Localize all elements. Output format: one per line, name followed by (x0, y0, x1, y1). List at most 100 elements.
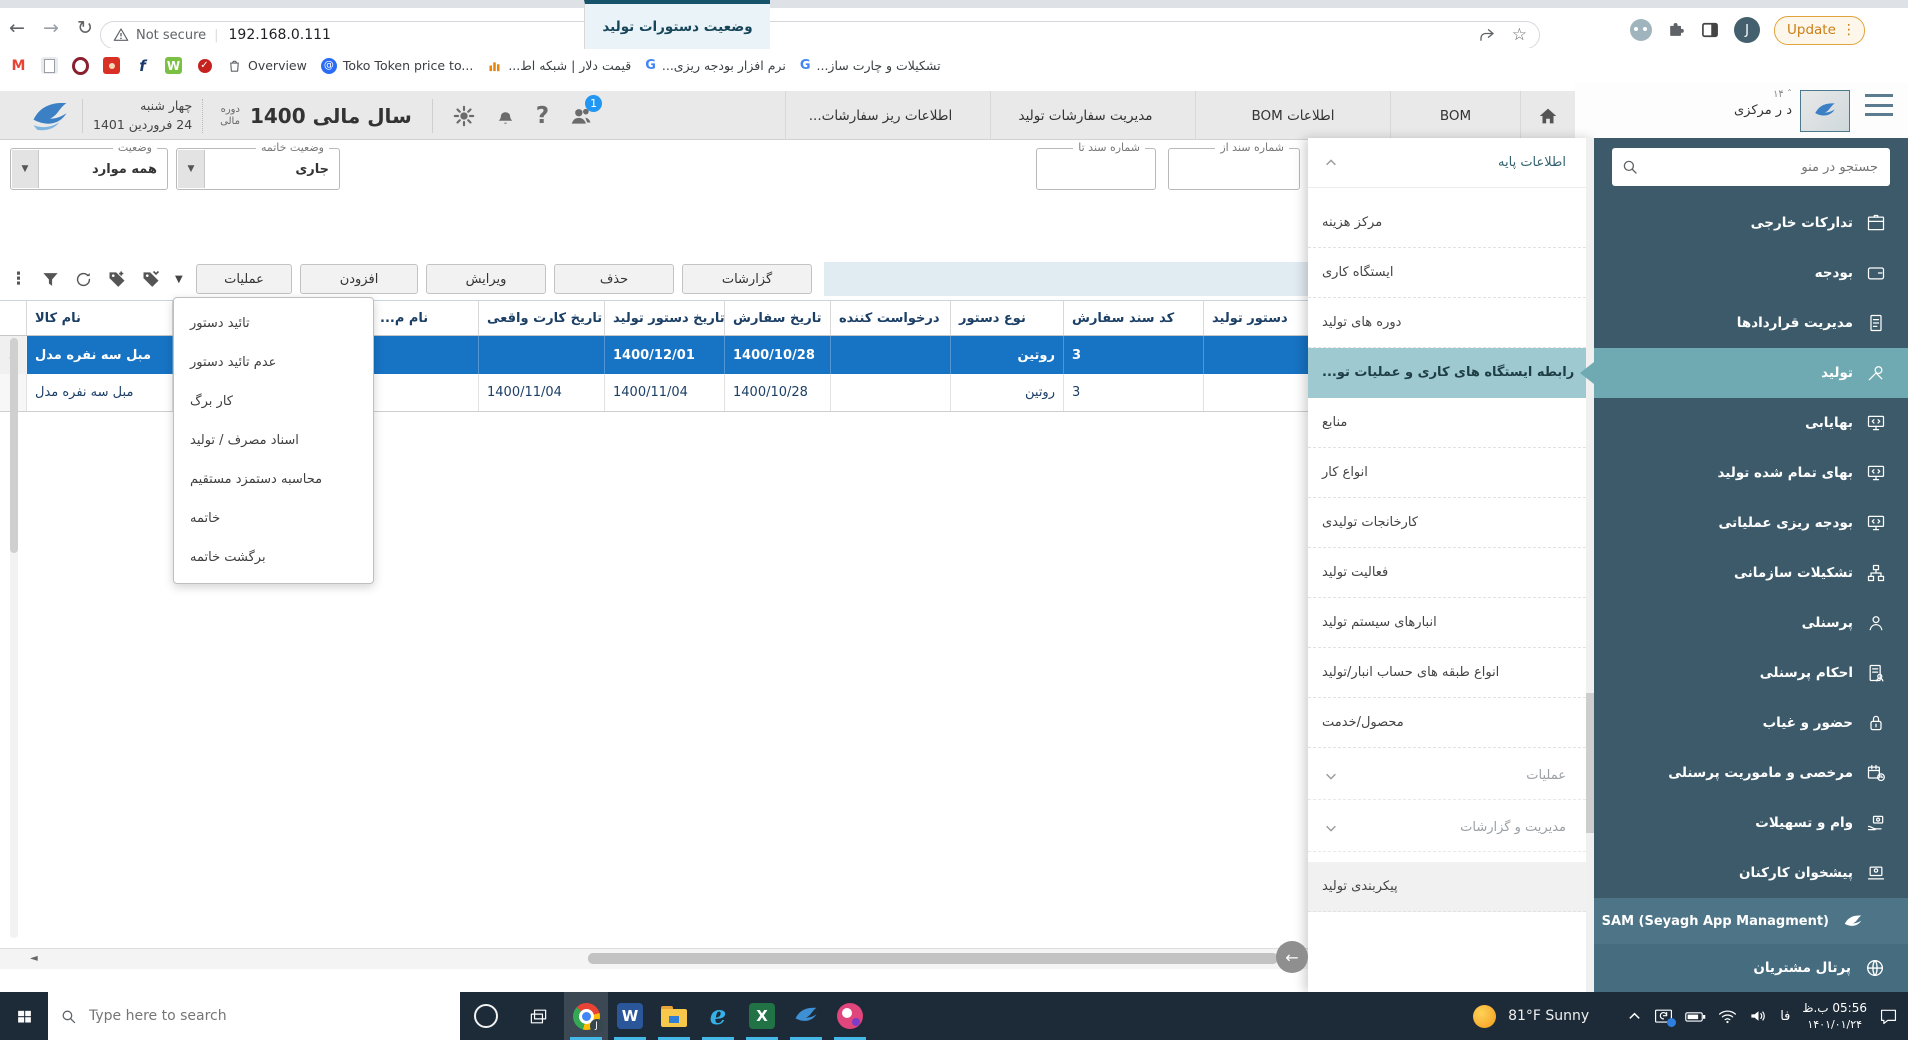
sidebar-item-costing[interactable]: بهایابی (1594, 398, 1908, 448)
sidebar-item-production-cost[interactable]: بهای تمام شده تولید (1594, 448, 1908, 498)
taskbar-word[interactable]: W (608, 992, 652, 1040)
taskbar-seyagh-app[interactable] (784, 992, 828, 1040)
edit-button[interactable]: ویرایش (426, 264, 546, 294)
company-logo-thumbnail[interactable] (1800, 90, 1850, 132)
col-order-doc-code[interactable]: کد سند سفارش (1064, 301, 1204, 335)
bookmark-star-icon[interactable]: ☆ (1512, 25, 1527, 45)
browser-menu-kebab-icon[interactable]: ⋮ (1842, 22, 1856, 38)
taskbar-internet-explorer[interactable]: e (696, 992, 740, 1040)
clock[interactable]: 05:56 ب.ظ ۱۴۰۱/۰۱/۲۴ (1802, 999, 1867, 1034)
col-requester[interactable]: درخواست کننده (831, 301, 951, 335)
security-chip[interactable]: Not secure (136, 28, 206, 43)
start-button[interactable] (0, 992, 48, 1040)
reports-button[interactable]: گزارشات (682, 264, 812, 294)
submenu-scrollbar[interactable] (1586, 138, 1594, 992)
wifi-icon[interactable] (1718, 1009, 1737, 1024)
sidebar-item-sam[interactable]: SAM (Seyagh App Managment) (1594, 898, 1908, 944)
users-icon[interactable]: 1 (567, 94, 603, 129)
submenu-item-workstation[interactable]: ایستگاه کاری (1308, 248, 1586, 298)
settings-gear-icon[interactable] (451, 103, 477, 129)
scroll-left-arrow-icon[interactable]: ◄ (30, 953, 38, 964)
submenu-item-product-service[interactable]: محصول/خدمت (1308, 698, 1586, 748)
tab-order-details[interactable]: اطلاعات ریز سفارشات... (785, 91, 975, 140)
sidebar-item-budget[interactable]: بودجه (1594, 248, 1908, 298)
menu-item-confirm-order[interactable]: تائید دستور (174, 304, 373, 343)
taskbar-file-explorer[interactable] (652, 992, 696, 1040)
share-icon[interactable] (1478, 26, 1496, 44)
sidebar-item-employee-desk[interactable]: پیشخوان کارکنان (1594, 848, 1908, 898)
bookmark-gmail-icon[interactable]: M (10, 57, 27, 74)
sidebar-item-foreign-procurement[interactable]: تدارکات خارجی (1594, 198, 1908, 248)
sidebar-item-production-active[interactable]: تولید (1594, 348, 1908, 398)
sidebar-item-customer-portal[interactable]: پرتال مشتریان (1594, 944, 1908, 992)
url-text[interactable]: 192.168.0.111 (229, 27, 1478, 43)
filter-funnel-icon[interactable] (41, 270, 60, 289)
submenu-item-production-config[interactable]: پیکربندی تولید (1308, 862, 1586, 912)
doc-number-to-field[interactable]: شماره سند تا (1036, 141, 1156, 190)
cortana-button[interactable] (460, 992, 512, 1040)
extension-avatar-icon[interactable] (1630, 19, 1652, 41)
horizontal-scrollbar[interactable]: ◄ (0, 948, 1308, 969)
reload-icon[interactable]: ↻ (68, 17, 102, 39)
collapse-panel-button[interactable]: ← (1276, 941, 1308, 973)
volume-icon[interactable] (1749, 1008, 1768, 1024)
menu-item-direct-wage-calc[interactable]: محاسبه دستمزد مستقیم (174, 460, 373, 499)
sidebar-item-personnel-decrees[interactable]: احکام پرسنلی (1594, 648, 1908, 698)
weather-text[interactable]: 81°F Sunny (1508, 1008, 1589, 1024)
col-production-order-date[interactable]: تاریخ دستور تولید (605, 301, 725, 335)
sidebar-item-contract-management[interactable]: مدیریت قراردادها (1594, 298, 1908, 348)
bookmark-f-icon[interactable]: f (134, 57, 151, 75)
tag-add-icon[interactable] (107, 269, 127, 289)
menu-item-revert-close[interactable]: برگشت خاتمه (174, 538, 373, 577)
submenu-item-resources[interactable]: منابع (1308, 398, 1586, 448)
sidebar-search-input[interactable] (1642, 148, 1890, 186)
operations-caret-icon[interactable]: ▼ (175, 274, 183, 285)
weather-sun-icon[interactable] (1473, 1004, 1497, 1028)
taskbar-search-input[interactable] (87, 1007, 448, 1025)
taskbar-search[interactable] (48, 992, 460, 1040)
side-panel-icon[interactable] (1700, 20, 1720, 40)
profile-avatar[interactable]: J (1734, 17, 1760, 43)
bookmark-budget-software[interactable]: G نرم افزار بودجه ریزی... (645, 58, 786, 73)
sidebar-item-operational-budgeting[interactable]: بودجه ریزی عملیاتی (1594, 498, 1908, 548)
forward-icon[interactable]: → (34, 17, 68, 39)
taskbar-paint[interactable] (828, 992, 872, 1040)
bookmark-overview[interactable]: Overview (227, 58, 307, 73)
col-production-order[interactable]: دستور تولید (1204, 301, 1308, 335)
active-branch[interactable]: ˆ ۱۴ د ر مرکزی (1734, 89, 1792, 118)
sidebar-item-attendance[interactable]: حضور و غیاب (1594, 698, 1908, 748)
submenu-item-account-classes[interactable]: انواع طبقه های حساب انبار/تولید (1308, 648, 1586, 698)
col-actual-card-date[interactable]: تاریخ کارت واقعی (479, 301, 605, 335)
submenu-item-cost-center[interactable]: مرکز هزینه (1308, 198, 1586, 248)
notifications-bell-icon[interactable] (493, 103, 518, 128)
sidebar-item-organizational-structure[interactable]: تشکیلات سازمانی (1594, 548, 1908, 598)
submenu-item-factories[interactable]: کارخانجات تولیدی (1308, 498, 1586, 548)
bookmark-check-icon[interactable]: ✓ (196, 57, 213, 74)
submenu-item-production-warehouses[interactable]: انبارهای سیستم تولید (1308, 598, 1586, 648)
menu-item-consumption-docs[interactable]: اسناد مصرف / تولید (174, 421, 373, 460)
menu-item-unconfirm-order[interactable]: عدم تائید دستور (174, 343, 373, 382)
end-status-filter-select[interactable]: وضعیت خاتمه جاری ▼ (176, 141, 340, 190)
sidebar-search[interactable] (1612, 148, 1890, 186)
col-order-type[interactable]: نوع دستور (951, 301, 1064, 335)
submenu-item-production-activity[interactable]: فعالیت تولید (1308, 548, 1586, 598)
address-bar[interactable]: Not secure | 192.168.0.111 ☆ (100, 21, 1540, 49)
taskbar-chrome[interactable]: J (564, 992, 608, 1040)
action-center-icon[interactable] (1879, 1008, 1898, 1025)
status-filter-select[interactable]: وضعیت همه موارد ▼ (10, 141, 168, 190)
bookmark-org-chart[interactable]: G تشکیلات و چارت ساز... (800, 58, 941, 73)
submenu-item-production-periods[interactable]: دوره های تولید (1308, 298, 1586, 348)
sidebar-item-loans[interactable]: وام و تسهیلات (1594, 798, 1908, 848)
help-icon[interactable]: ? (536, 103, 549, 129)
end-status-dropdown-arrow-icon[interactable]: ▼ (178, 150, 205, 188)
screen-share-icon[interactable] (1654, 1008, 1677, 1027)
bookmark-ring-icon[interactable] (72, 56, 89, 75)
battery-icon[interactable] (1685, 1009, 1706, 1024)
status-dropdown-arrow-icon[interactable]: ▼ (12, 150, 39, 188)
keyboard-language[interactable]: فا (1780, 1009, 1790, 1024)
refresh-icon[interactable] (74, 270, 93, 289)
bookmark-dollar-price[interactable]: قیمت دلار | شبکه اط... (487, 58, 631, 73)
submenu-item-workstation-operations-active[interactable]: رابطه ایستگاه های کاری و عملیات تو... (1308, 348, 1586, 398)
col-name-partial[interactable]: نام م... (372, 301, 479, 335)
operations-button[interactable]: عملیات (196, 264, 292, 294)
